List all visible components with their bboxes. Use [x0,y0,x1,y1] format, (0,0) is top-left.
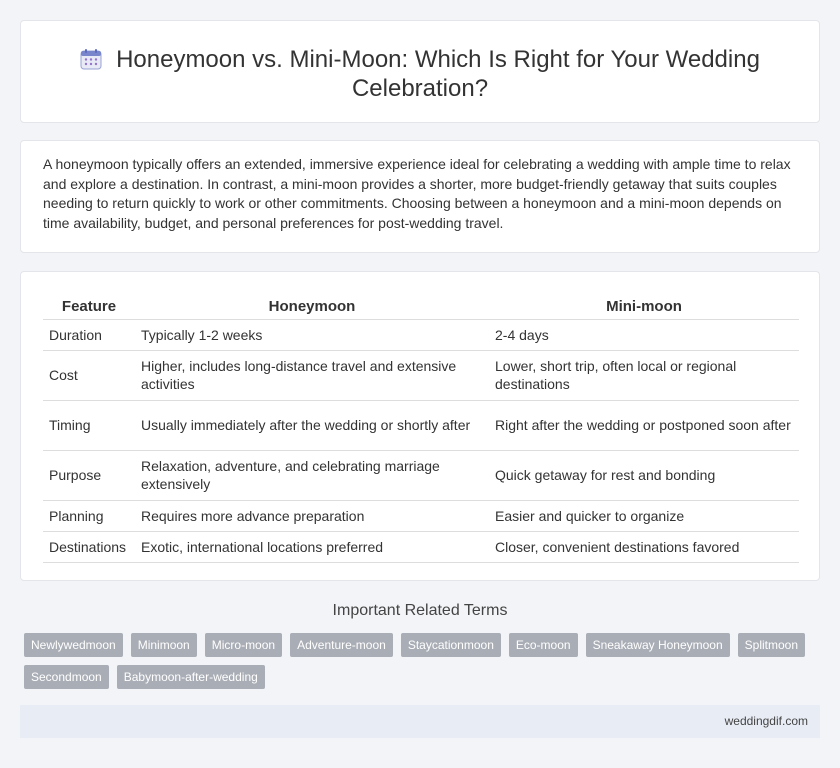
row-minimoon: Right after the wedding or postponed soo… [489,400,799,451]
tag-staycationmoon[interactable]: Staycationmoon [400,633,501,657]
row-honeymoon: Usually immediately after the wedding or… [135,400,489,451]
row-minimoon: Easier and quicker to organize [489,500,799,532]
footer-site-name[interactable]: weddingdif.com [725,714,808,728]
page-title: Honeymoon vs. Mini-Moon: Which Is Right … [21,45,819,103]
tag-newlywedmoon[interactable]: Newlywedmoon [24,633,123,657]
table-row: Timing Usually immediately after the wed… [43,400,799,451]
table-header-row: Feature Honeymoon Mini-moon [43,295,799,320]
header-feature: Feature [43,295,135,320]
row-honeymoon: Typically 1-2 weeks [135,319,489,351]
header-honeymoon: Honeymoon [135,295,489,320]
row-feature: Purpose [43,450,135,501]
calendar-icon [80,49,102,70]
tag-minimoon[interactable]: Minimoon [130,633,197,657]
tag-secondmoon[interactable]: Secondmoon [24,665,109,689]
row-minimoon: 2-4 days [489,319,799,351]
tag-sneakaway-honeymoon[interactable]: Sneakaway Honeymoon [585,633,730,657]
row-feature: Planning [43,500,135,532]
related-terms-list: Newlywedmoon Minimoon Micro-moon Adventu… [24,633,824,697]
table-row: Duration Typically 1-2 weeks 2-4 days [43,319,799,351]
intro-paragraph: A honeymoon typically offers an extended… [43,156,791,231]
intro-card: A honeymoon typically offers an extended… [20,140,820,253]
row-minimoon: Lower, short trip, often local or region… [489,350,799,401]
header-minimoon: Mini-moon [489,295,799,320]
row-minimoon: Closer, convenient destinations favored [489,531,799,563]
tag-adventure-moon[interactable]: Adventure-moon [290,633,393,657]
comparison-table: Feature Honeymoon Mini-moon Duration Typ… [43,295,799,563]
row-minimoon: Quick getaway for rest and bonding [489,450,799,501]
title-card: Honeymoon vs. Mini-Moon: Which Is Right … [20,20,820,123]
row-feature: Destinations [43,531,135,563]
row-feature: Cost [43,350,135,401]
comparison-card: Feature Honeymoon Mini-moon Duration Typ… [20,271,820,581]
tag-babymoon-after-wedding[interactable]: Babymoon-after-wedding [116,665,265,689]
row-feature: Duration [43,319,135,351]
table-row: Cost Higher, includes long-distance trav… [43,350,799,401]
table-row: Destinations Exotic, international locat… [43,531,799,563]
title-line-1: Honeymoon vs. Mini-Moon: Which Is Right … [116,46,760,73]
tag-splitmoon[interactable]: Splitmoon [737,633,806,657]
tag-micro-moon[interactable]: Micro-moon [204,633,283,657]
related-terms-title: Important Related Terms [332,602,508,619]
row-feature: Timing [43,400,135,451]
table-row: Planning Requires more advance preparati… [43,500,799,532]
table-row: Purpose Relaxation, adventure, and celeb… [43,450,799,501]
tag-eco-moon[interactable]: Eco-moon [508,633,578,657]
row-honeymoon: Exotic, international locations preferre… [135,531,489,563]
title-line-2: Celebration? [351,75,489,102]
footer: weddingdif.com [20,705,820,738]
row-honeymoon: Requires more advance preparation [135,500,489,532]
row-honeymoon: Relaxation, adventure, and celebrating m… [135,450,489,501]
row-honeymoon: Higher, includes long-distance travel an… [135,350,489,401]
